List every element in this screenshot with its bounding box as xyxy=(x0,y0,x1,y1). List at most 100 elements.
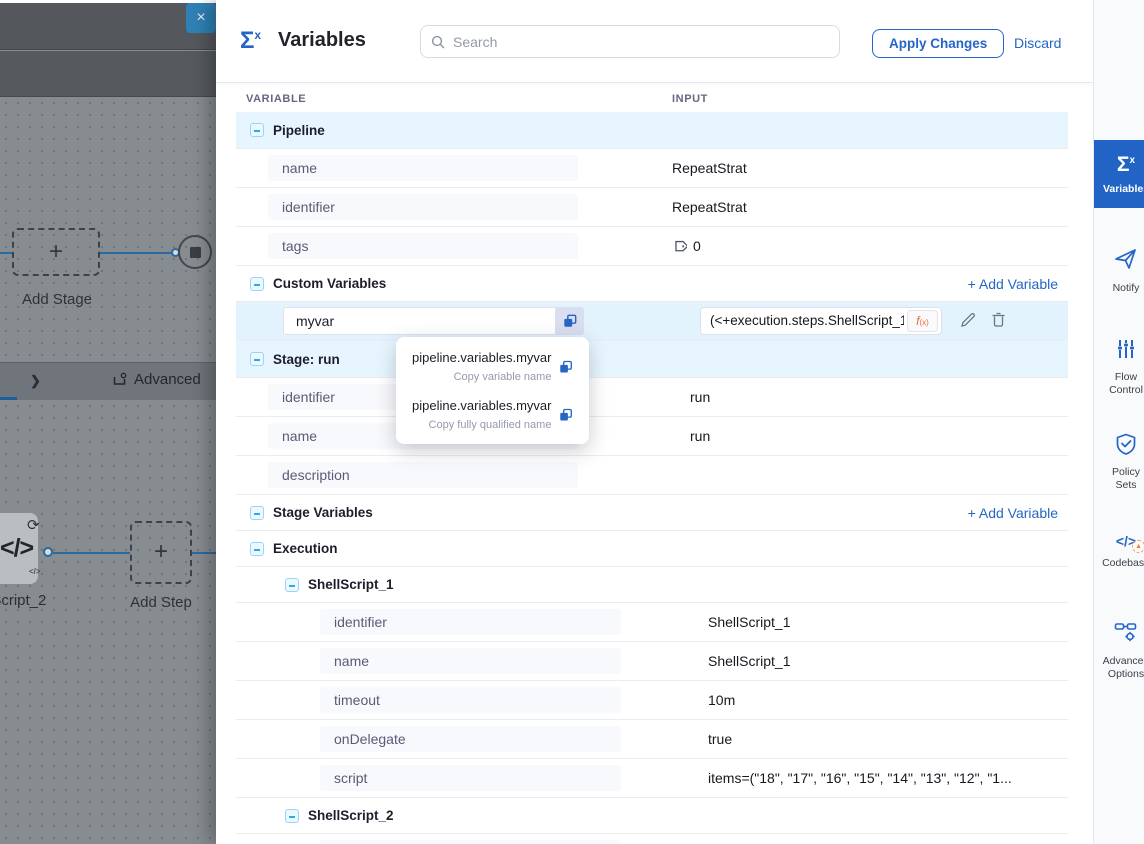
search-input[interactable] xyxy=(453,34,829,50)
table-row: identifier RepeatStrat xyxy=(236,188,1068,227)
section-stage-run[interactable]: Stage: run xyxy=(236,341,1068,378)
column-input: INPUT xyxy=(672,93,708,105)
tags-count: 0 xyxy=(693,227,701,266)
variable-name: identifier xyxy=(268,194,578,220)
discard-button[interactable]: Discard xyxy=(1014,35,1061,51)
add-stage-label: Add Stage xyxy=(12,291,102,308)
sidebar-item-label: Sets xyxy=(1094,479,1144,492)
custom-variable-row: myvar (<+execution.steps.ShellScript_1. … xyxy=(236,302,1068,341)
sidebar-item-label: Codebase xyxy=(1094,557,1144,570)
sidebar-item-flow-control[interactable]: Flow Control xyxy=(1094,338,1144,397)
variable-value: true xyxy=(708,720,732,759)
sidebar-item-advanced-options[interactable]: Advanced Options xyxy=(1094,622,1144,681)
step-type-badge: </> xyxy=(29,567,41,576)
variable-value: ShellScript_1 xyxy=(708,603,791,642)
section-label: Execution xyxy=(273,541,338,556)
close-icon[interactable]: × xyxy=(186,3,216,33)
copy-icon xyxy=(563,314,577,328)
variable-name: onDelegate xyxy=(320,726,621,752)
variable-name: script xyxy=(320,765,621,791)
warning-icon: ▲ xyxy=(1132,540,1144,553)
variable-value: ShellScript_2 xyxy=(708,834,791,844)
pipeline-editor-dimmed: × + Add Stage ❯ Advanced ⟳ </> </> + lSc… xyxy=(0,0,216,844)
variable-value-input[interactable]: (<+execution.steps.ShellScript_1. f(x) xyxy=(700,307,942,335)
table-row: timeout 10m xyxy=(236,681,1068,720)
table-row: onDelegate true xyxy=(236,720,1068,759)
editor-subtoolbar xyxy=(0,51,216,97)
copy-icon[interactable] xyxy=(559,359,573,375)
step-node-label: lScript_2 xyxy=(0,592,46,609)
add-step-button[interactable]: + xyxy=(130,521,192,584)
variable-value: items=("18", "17", "16", "15", "14", "13… xyxy=(708,759,1012,798)
stage-connector-line xyxy=(100,252,180,254)
section-pipeline[interactable]: Pipeline xyxy=(236,112,1068,149)
section-label: Pipeline xyxy=(273,123,325,138)
collapse-icon[interactable] xyxy=(250,123,264,137)
add-variable-button[interactable]: + Add Variable xyxy=(968,505,1058,521)
popup-variable-path: pipeline.variables.myvar xyxy=(412,350,551,365)
section-execution[interactable]: Execution xyxy=(236,531,1068,567)
advanced-icon xyxy=(112,372,127,387)
add-variable-button[interactable]: + Add Variable xyxy=(968,276,1058,292)
collapse-icon[interactable] xyxy=(250,542,264,556)
tags-value: 0 xyxy=(672,227,701,266)
add-stage-button[interactable]: + xyxy=(12,228,100,276)
collapse-icon[interactable] xyxy=(285,578,299,592)
table-row: tags 0 xyxy=(236,227,1068,266)
stage-tabbar: ❯ Advanced xyxy=(0,362,216,400)
collapse-icon[interactable] xyxy=(250,506,264,520)
variable-name-input[interactable]: myvar xyxy=(283,307,556,335)
collapse-icon[interactable] xyxy=(250,352,264,366)
pipeline-end-node[interactable] xyxy=(178,235,212,269)
sidebar-item-codebase[interactable]: </>▲ Codebase xyxy=(1094,533,1144,570)
search-box[interactable] xyxy=(420,25,840,58)
sidebar-item-variables[interactable]: Σx Variables xyxy=(1094,140,1144,208)
popup-variable-path: pipeline.variables.myvar xyxy=(412,398,551,413)
sidebar-item-label: Variables xyxy=(1094,183,1144,196)
edit-variable-button[interactable] xyxy=(958,311,978,331)
collapse-icon[interactable] xyxy=(250,277,264,291)
variable-name: description xyxy=(268,462,578,488)
variable-name: name xyxy=(320,648,621,674)
collapse-chevron-icon[interactable]: ❯ xyxy=(30,373,41,389)
right-nav-sidebar: Σx Variables Notify Flow Control Policy … xyxy=(1093,0,1144,844)
variable-name: identifier xyxy=(320,840,621,844)
sliders-icon xyxy=(1115,338,1137,360)
search-icon xyxy=(431,35,445,49)
apply-changes-button[interactable]: Apply Changes xyxy=(872,29,1004,58)
section-shellscript-2[interactable]: ShellScript_2 xyxy=(236,798,1068,834)
tab-advanced-label: Advanced xyxy=(134,371,201,388)
section-stage-variables[interactable]: Stage Variables + Add Variable xyxy=(236,495,1068,531)
sidebar-item-policy-sets[interactable]: Policy Sets xyxy=(1094,433,1144,492)
pencil-icon xyxy=(959,311,977,329)
step-connector-line xyxy=(53,552,130,554)
stage-connector-stub xyxy=(0,252,12,254)
page-title: Variables xyxy=(278,29,366,52)
popup-option-caption: Copy fully qualified name xyxy=(412,419,551,431)
copy-button[interactable] xyxy=(556,307,584,335)
advanced-options-icon xyxy=(1114,622,1138,644)
section-custom-variables[interactable]: Custom Variables + Add Variable xyxy=(236,266,1068,302)
expression-fx-badge[interactable]: f(x) xyxy=(907,310,938,332)
table-column-headers: VARIABLE INPUT xyxy=(236,83,1068,112)
looping-strategy-icon: ⟳ xyxy=(27,516,40,534)
sidebar-item-label: Notify xyxy=(1094,282,1144,295)
table-row: name ShellScript_1 xyxy=(236,642,1068,681)
panel-header: Σx Variables Apply Changes Discard xyxy=(216,0,1093,83)
copy-fqn-option[interactable]: pipeline.variables.myvar Copy fully qual… xyxy=(412,398,573,431)
tab-advanced[interactable]: Advanced xyxy=(112,371,201,388)
section-label: Stage Variables xyxy=(273,505,373,520)
variable-value: RepeatStrat xyxy=(672,188,747,227)
step-connector-line-right xyxy=(192,552,216,554)
sidebar-item-notify[interactable]: Notify xyxy=(1094,247,1144,295)
section-shellscript-1[interactable]: ShellScript_1 xyxy=(236,567,1068,603)
copy-variable-name-option[interactable]: pipeline.variables.myvar Copy variable n… xyxy=(412,350,573,383)
variable-name: name xyxy=(268,155,578,181)
section-label: Stage: run xyxy=(273,352,340,367)
variables-sigma-icon: Σx xyxy=(240,27,261,55)
table-row: description xyxy=(236,456,1068,495)
collapse-icon[interactable] xyxy=(285,809,299,823)
delete-variable-button[interactable] xyxy=(988,311,1008,331)
step-connector-dot xyxy=(43,547,53,557)
copy-icon[interactable] xyxy=(559,407,573,423)
